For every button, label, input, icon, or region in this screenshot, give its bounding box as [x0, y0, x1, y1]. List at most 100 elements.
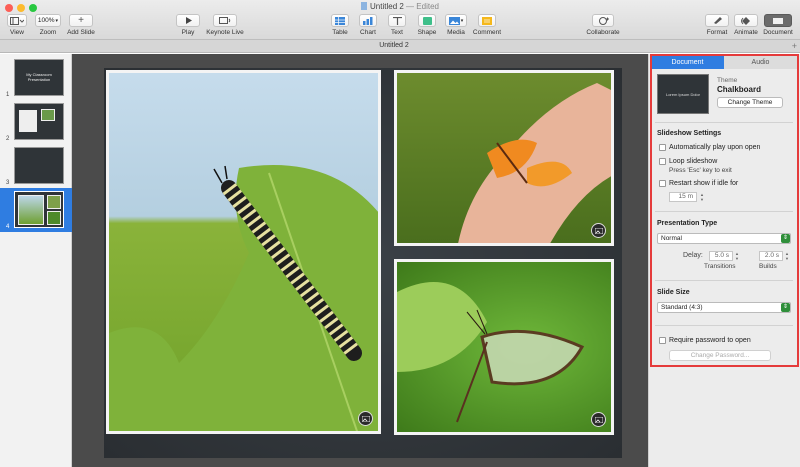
play-label: Play	[181, 29, 195, 36]
toolbar: Untitled 2 — Edited View 100% ▾ Zoom + Ad…	[0, 0, 800, 40]
play-button[interactable]	[176, 14, 200, 27]
edited-status: Edited	[416, 2, 439, 11]
table-button[interactable]	[331, 14, 349, 27]
shape-button[interactable]	[418, 14, 436, 27]
document-button[interactable]	[764, 14, 792, 27]
chart-icon	[363, 16, 373, 25]
zoom-label: Zoom	[39, 29, 57, 36]
document-inspector: Document Audio Lorem Ipsum Dolor Theme C…	[648, 54, 800, 467]
glasswing-butterfly-photo[interactable]	[394, 259, 614, 435]
animate-label: Animate	[734, 29, 758, 36]
collaborate-control[interactable]: Collaborate	[585, 14, 621, 36]
slide-thumbnail-1[interactable]: My Classroom Presentation 1	[0, 56, 72, 100]
animate-button[interactable]	[734, 14, 758, 27]
text-control[interactable]: Text	[387, 14, 407, 36]
media-control[interactable]: ▾ Media	[445, 14, 467, 36]
idle-time-field[interactable]: 15 m	[669, 192, 697, 202]
comment-label: Comment	[472, 29, 502, 36]
butterfly-on-hand-image	[458, 83, 611, 243]
transitions-delay-field[interactable]: 5.0 s	[709, 251, 733, 261]
require-password-checkbox[interactable]	[659, 337, 666, 344]
keynote-document-icon	[361, 2, 368, 10]
paintbrush-icon	[714, 16, 722, 24]
zoom-value: 100%	[37, 17, 55, 24]
image-icon	[594, 227, 603, 234]
transitions-delay-stepper[interactable]: ▲ ▼	[734, 251, 740, 261]
format-control[interactable]: Format	[704, 14, 730, 36]
replace-image-button[interactable]	[358, 411, 373, 426]
builds-delay-field[interactable]: 2.0 s	[759, 251, 783, 261]
text-label: Text	[391, 29, 403, 36]
caterpillar-photo[interactable]	[106, 70, 381, 434]
image-icon	[361, 415, 370, 422]
current-slide[interactable]	[104, 68, 622, 458]
table-control[interactable]: Table	[330, 14, 350, 36]
play-control[interactable]: Play	[176, 14, 200, 36]
document-control[interactable]: Document	[762, 14, 794, 36]
slide-navigator: My Classroom Presentation 1 2 3 4	[0, 54, 72, 467]
slide-canvas[interactable]	[72, 54, 648, 467]
zoom-control[interactable]: 100% ▾ Zoom	[35, 14, 61, 36]
slide-thumbnail-image	[14, 191, 64, 228]
tab-audio[interactable]: Audio	[724, 56, 797, 69]
new-tab-plus-icon[interactable]: +	[792, 41, 797, 51]
slide-size-select[interactable]: Standard (4:3) ⇕	[657, 302, 791, 313]
thumbnail-photo	[47, 211, 61, 225]
idle-time-stepper[interactable]: ▲ ▼	[699, 192, 705, 202]
keynote-live-icon	[219, 16, 231, 24]
comment-control[interactable]: Comment	[472, 14, 502, 36]
media-button[interactable]: ▾	[445, 14, 467, 27]
comment-button[interactable]	[478, 14, 496, 27]
chart-button[interactable]	[359, 14, 377, 27]
theme-preview[interactable]: Lorem Ipsum Dolor	[657, 74, 709, 114]
document-tab[interactable]: Untitled 2	[0, 42, 788, 49]
change-password-button[interactable]: Change Password...	[669, 350, 771, 361]
document-tab-bar: Untitled 2 +	[0, 40, 800, 53]
thumbnail-photo	[18, 195, 44, 225]
collaborate-button[interactable]	[592, 14, 614, 27]
chart-label: Chart	[360, 29, 376, 36]
slide-thumbnail-3[interactable]: 3	[0, 144, 72, 188]
restart-idle-checkbox[interactable]	[659, 180, 666, 187]
slide-thumbnail-2[interactable]: 2	[0, 100, 72, 144]
theme-preview-text: Lorem Ipsum Dolor	[665, 92, 700, 97]
chevron-updown-icon: ⇕	[781, 303, 790, 312]
zoom-select[interactable]: 100% ▾	[35, 14, 61, 27]
change-theme-button[interactable]: Change Theme	[717, 97, 783, 108]
shape-control[interactable]: Shape	[416, 14, 438, 36]
view-label: View	[10, 29, 24, 36]
keynote-live-control[interactable]: Keynote Live	[205, 14, 245, 36]
replace-image-button[interactable]	[591, 412, 606, 427]
chevron-down-icon: ▾	[460, 17, 464, 24]
plus-icon: +	[78, 14, 84, 26]
hand-butterfly-photo[interactable]	[394, 70, 614, 246]
chevron-down-icon: ▾	[55, 17, 59, 24]
presentation-type-select[interactable]: Normal ⇕	[657, 233, 791, 244]
builds-label: Builds	[759, 263, 777, 270]
slide-thumbnail-image: My Classroom Presentation	[14, 59, 64, 96]
auto-play-checkbox[interactable]	[659, 144, 666, 151]
loop-slideshow-label: Loop slideshow	[669, 158, 718, 165]
presentation-type-heading: Presentation Type	[657, 220, 718, 227]
inspector-tabs: Document Audio	[651, 56, 797, 69]
view-control[interactable]: View	[6, 14, 28, 36]
document-panel-icon	[773, 17, 783, 24]
restart-idle-label: Restart show if idle for	[669, 180, 739, 187]
add-slide-button[interactable]: +	[69, 14, 93, 27]
view-button[interactable]	[7, 14, 27, 27]
text-button[interactable]	[388, 14, 406, 27]
replace-image-button[interactable]	[591, 223, 606, 238]
animate-control[interactable]: Animate	[732, 14, 760, 36]
loop-slideshow-checkbox[interactable]	[659, 158, 666, 165]
table-label: Table	[332, 29, 348, 36]
slideshow-settings-heading: Slideshow Settings	[657, 130, 722, 137]
tab-document[interactable]: Document	[651, 56, 724, 69]
chart-control[interactable]: Chart	[358, 14, 378, 36]
add-slide-control[interactable]: + Add Slide	[67, 14, 95, 36]
format-button[interactable]	[705, 14, 729, 27]
keynote-live-button[interactable]	[213, 14, 237, 27]
builds-delay-stepper[interactable]: ▲ ▼	[784, 251, 790, 261]
slide-thumbnail-4[interactable]: 4	[0, 188, 72, 232]
document-label: Document	[763, 29, 793, 36]
text-box-icon	[392, 16, 402, 25]
